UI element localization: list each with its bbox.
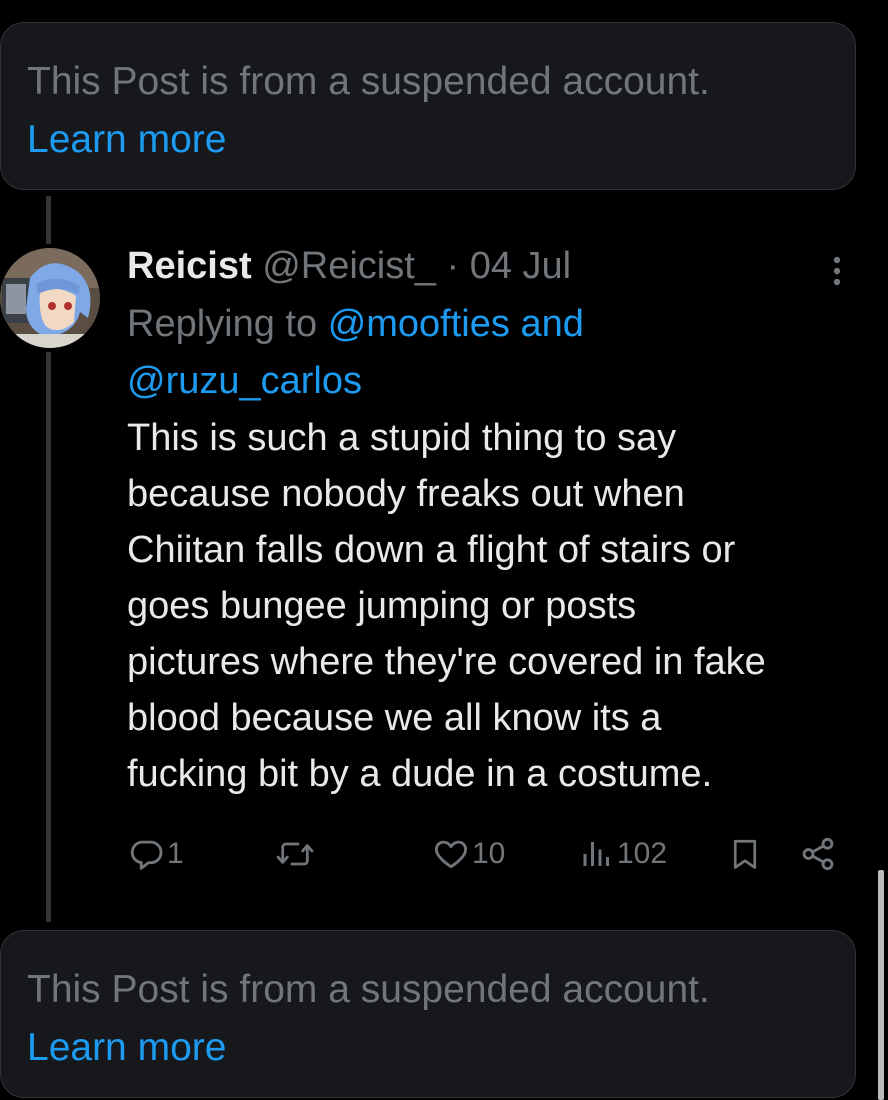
view-count: 102 bbox=[617, 837, 668, 870]
reply-button[interactable]: 1 bbox=[127, 830, 184, 878]
header-separator: · bbox=[446, 245, 460, 287]
author-handle[interactable]: @Reicist_ bbox=[262, 245, 436, 287]
bookmark-button[interactable] bbox=[727, 830, 763, 878]
views-chart-icon bbox=[583, 842, 609, 866]
avatar[interactable] bbox=[0, 248, 100, 348]
reply-count: 1 bbox=[167, 837, 184, 870]
heart-icon bbox=[434, 840, 468, 869]
post-text: This is such a stupid thing to say becau… bbox=[127, 417, 766, 795]
suspended-notice-text: This Post is from a suspended account. bbox=[27, 60, 710, 103]
post-header: Reicist @Reicist_ · 04 Jul bbox=[127, 240, 857, 292]
author-name[interactable]: Reicist bbox=[127, 245, 252, 287]
bookmark-icon bbox=[733, 839, 757, 869]
thread-connector-line bbox=[46, 196, 51, 244]
thread-connector-line bbox=[46, 352, 51, 922]
suspended-post-notice-bottom: This Post is from a suspended account. L… bbox=[0, 930, 856, 1098]
replying-to: Replying to @moofties and @ruzu_carlos bbox=[127, 296, 857, 410]
like-count: 10 bbox=[472, 837, 506, 870]
replying-conjunction[interactable]: and bbox=[520, 303, 583, 345]
share-button[interactable] bbox=[799, 830, 837, 878]
suspended-post-notice-top: This Post is from a suspended account. L… bbox=[0, 22, 856, 190]
suspended-notice-text: This Post is from a suspended account. bbox=[27, 968, 710, 1011]
learn-more-link[interactable]: Learn more bbox=[27, 111, 829, 169]
replying-prefix: Replying to bbox=[127, 303, 318, 345]
mention-link[interactable]: @ruzu_carlos bbox=[127, 360, 362, 402]
avatar-image bbox=[0, 248, 100, 348]
repost-icon bbox=[276, 842, 314, 866]
reply-icon bbox=[130, 840, 163, 870]
views-button[interactable]: 102 bbox=[579, 830, 667, 878]
post-action-bar: 1 10 102 bbox=[127, 830, 857, 878]
mention-link[interactable]: @moofties bbox=[328, 303, 510, 345]
repost-button[interactable] bbox=[275, 830, 317, 878]
share-icon bbox=[802, 837, 834, 871]
scrollbar-thumb[interactable] bbox=[878, 870, 884, 1100]
post-date[interactable]: 04 Jul bbox=[470, 245, 571, 287]
like-button[interactable]: 10 bbox=[432, 830, 505, 878]
post-content: Reicist @Reicist_ · 04 Jul Replying to @… bbox=[127, 240, 857, 802]
learn-more-link[interactable]: Learn more bbox=[27, 1019, 829, 1077]
